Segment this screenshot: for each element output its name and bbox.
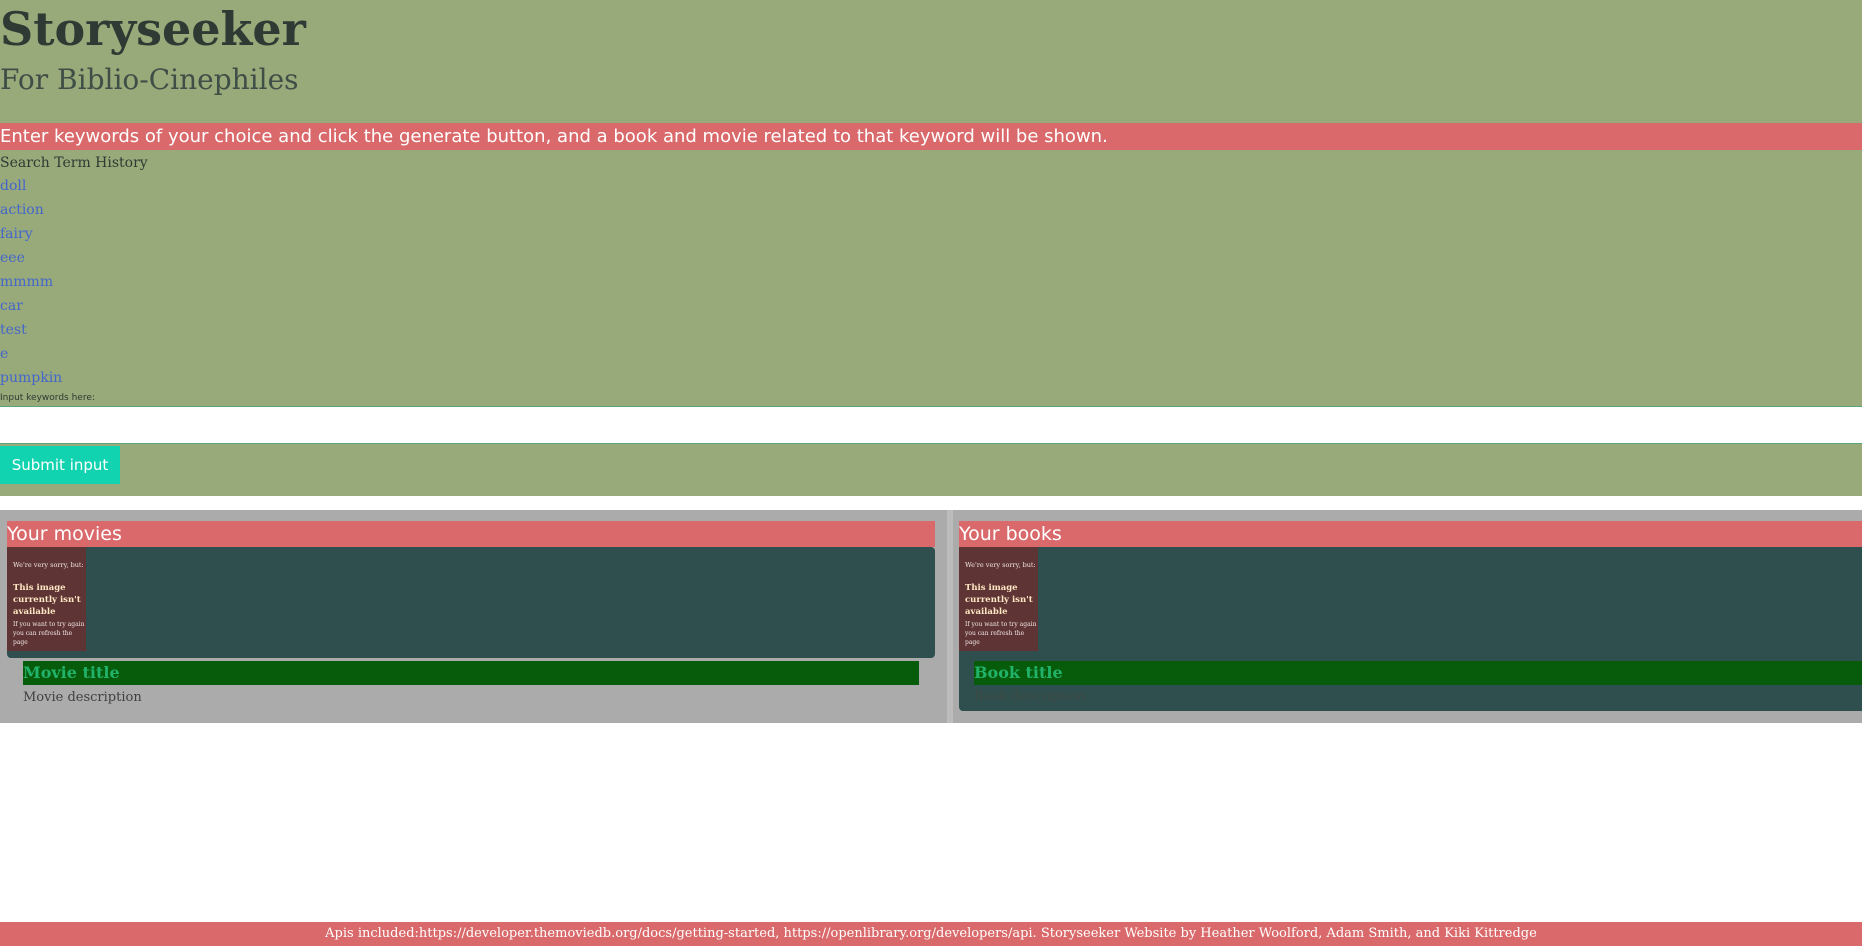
book-title: Book title bbox=[974, 661, 1862, 685]
history-item[interactable]: fairy bbox=[0, 224, 62, 248]
history-item[interactable]: car bbox=[0, 296, 62, 320]
history-item[interactable]: pumpkin bbox=[0, 368, 62, 392]
history-item[interactable]: test bbox=[0, 320, 62, 344]
instructions-banner: Enter keywords of your choice and click … bbox=[0, 123, 1862, 150]
history-item[interactable]: mmmm bbox=[0, 272, 62, 296]
movie-title: Movie title bbox=[23, 661, 919, 685]
poster-notice-line: We're very sorry, but: bbox=[13, 561, 84, 569]
poster-notice-heading: This image currently isn't available bbox=[965, 583, 1033, 617]
history-item[interactable]: action bbox=[0, 200, 62, 224]
keyword-input[interactable] bbox=[0, 406, 1862, 444]
book-cover-image: We're very sorry, but: This image curren… bbox=[959, 547, 1038, 651]
poster-notice-hint: If you want to try again you can refresh… bbox=[13, 621, 85, 646]
poster-notice-heading: This image currently isn't available bbox=[13, 583, 81, 617]
books-header: Your books bbox=[959, 521, 1862, 547]
search-history-section: Search Term History doll action fairy ee… bbox=[0, 150, 1862, 406]
site-subtitle: For Biblio-Cinephiles bbox=[0, 63, 299, 96]
book-card[interactable]: We're very sorry, but: This image curren… bbox=[959, 547, 1862, 711]
results-section: Your movies We're very sorry, but: This … bbox=[0, 510, 1862, 723]
footer-credits: Apis included:https://developer.themovie… bbox=[0, 922, 1862, 946]
keyword-input-label: Input keywords here: bbox=[0, 393, 95, 403]
history-item[interactable]: doll bbox=[0, 176, 62, 200]
submit-input-button[interactable]: Submit input bbox=[0, 446, 120, 484]
submit-row: Submit input bbox=[0, 444, 1862, 496]
search-history-list: doll action fairy eee mmmm car test e pu… bbox=[0, 176, 62, 392]
movie-card[interactable]: We're very sorry, but: This image curren… bbox=[7, 547, 935, 658]
poster-notice-hint: If you want to try again you can refresh… bbox=[965, 621, 1037, 646]
movies-header: Your movies bbox=[7, 521, 935, 547]
movie-poster-image: We're very sorry, but: This image curren… bbox=[7, 547, 86, 651]
poster-notice-line: We're very sorry, but: bbox=[965, 561, 1036, 569]
movie-description: Movie description bbox=[23, 690, 142, 705]
search-history-title: Search Term History bbox=[0, 155, 148, 171]
history-item[interactable]: eee bbox=[0, 248, 62, 272]
site-header: Storyseeker For Biblio-Cinephiles bbox=[0, 0, 1862, 123]
history-item[interactable]: e bbox=[0, 344, 62, 368]
book-description: Book description bbox=[974, 689, 1086, 704]
site-title: Storyseeker bbox=[0, 2, 306, 56]
results-divider bbox=[947, 510, 953, 723]
